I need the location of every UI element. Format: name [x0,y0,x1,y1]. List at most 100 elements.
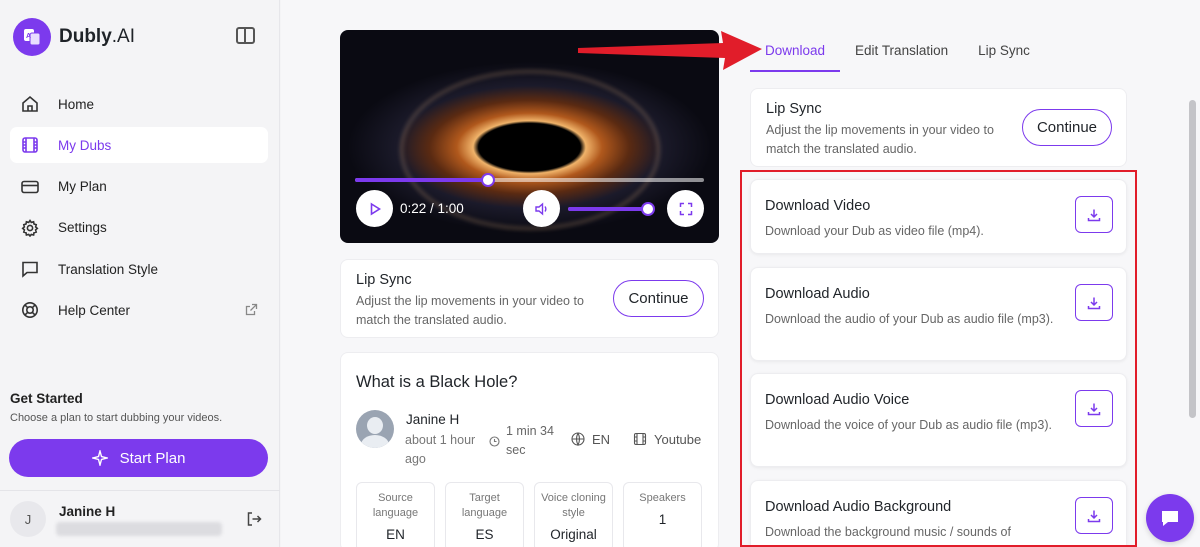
stat-voice-cloning-style: Voice cloning style Original [534,482,613,547]
sidebar-item-label: My Plan [58,179,107,195]
stat-label: Target language [461,492,508,519]
stat-value: Original [550,527,597,542]
lip-sync-title: Lip Sync [766,101,822,117]
lip-sync-title: Lip Sync [356,272,412,288]
brand[interactable]: A Dubly.AI [13,18,135,56]
get-started: Get Started Choose a plan to start dubbi… [10,391,222,424]
sparkle-icon [91,450,108,466]
stat-value: 1 [658,512,667,527]
stat-value: ES [475,527,494,542]
stat-speakers: Speakers 1 [623,482,702,547]
brand-name: Dubly.AI [59,26,136,47]
svg-text:A: A [26,33,31,40]
sidebar-item-home[interactable]: Home [10,86,268,122]
get-started-title: Get Started [10,391,83,406]
sidebar-item-my-plan[interactable]: My Plan [10,169,268,205]
sidebar-toggle-icon[interactable] [236,27,255,44]
progress-fill [355,178,488,182]
download-title: Download Video [765,198,871,214]
film-icon [633,432,647,451]
sidebar-item-help-center[interactable]: Help Center [10,292,268,328]
download-audio-background-button[interactable] [1075,497,1113,534]
logout-icon[interactable] [246,511,262,532]
sidebar-item-label: Translation Style [58,261,159,277]
video-duration: 1 min 34 sec [506,424,554,457]
sidebar-item-label: My Dubs [58,137,112,153]
lip-sync-card: Lip Sync Adjust the lip movements in you… [340,259,719,338]
volume-knob[interactable] [640,202,655,216]
download-audio-button[interactable] [1075,284,1113,321]
lip-sync-description: Adjust the lip movements in your video t… [356,294,584,327]
video-progress-bar[interactable] [355,173,704,187]
gear-icon [20,218,40,238]
sidebar-nav: Home My Dubs My Plan Settings Translatio… [10,86,268,334]
download-icon [1087,297,1101,309]
lip-sync-description: Adjust the lip movements in your video t… [766,123,994,156]
download-title: Download Audio Background [765,499,952,515]
sidebar: A Dubly.AI Home My Dubs My Plan Settings… [0,0,280,547]
stat-source-language: Source language EN [356,482,435,547]
sidebar-item-label: Settings [58,220,107,236]
fullscreen-button[interactable] [667,190,704,227]
stat-label: Voice cloning style [541,492,606,519]
lifebuoy-icon [20,300,40,320]
stat-label: Speakers [639,492,686,504]
volume-icon [534,201,547,216]
download-video-card: Download Video Download your Dub as vide… [750,179,1127,254]
download-audio-voice-card: Download Audio Voice Download the voice … [750,373,1127,467]
tab-lip-sync[interactable]: Lip Sync [963,30,1045,72]
stat-target-language: Target language ES [445,482,524,547]
user-email-redacted [56,522,222,536]
video-source: Youtube [654,432,702,447]
download-audio-background-card: Download Audio Background Download the b… [750,480,1127,547]
tab-edit-translation[interactable]: Edit Translation [840,30,963,72]
sidebar-item-label: Home [58,96,95,112]
progress-knob[interactable] [480,173,495,187]
download-icon [1087,209,1101,221]
play-icon [370,202,381,215]
stat-value: EN [386,527,405,542]
download-title: Download Audio Voice [765,392,910,408]
divider [0,490,280,491]
volume-fill [568,207,648,211]
video-info-card: What is a Black Hole? Janine H about 1 h… [340,352,719,547]
volume-button[interactable] [523,190,560,227]
lip-sync-card: Lip Sync Adjust the lip movements in you… [750,88,1127,167]
continue-button[interactable]: Continue [1022,109,1112,146]
download-description: Download the audio of your Dub as audio … [765,312,1054,326]
video-time: 0:22 / 1:00 [400,201,464,216]
chat-icon [20,259,40,279]
globe-icon [571,432,585,451]
stat-label: Source language [372,492,419,519]
download-title: Download Audio [765,286,870,302]
home-icon [20,94,40,114]
chat-icon [1162,511,1178,526]
continue-button[interactable]: Continue [613,280,704,317]
start-plan-label: Start Plan [119,449,186,467]
sidebar-item-label: Help Center [58,302,131,318]
play-button[interactable] [356,190,393,227]
download-description: Download your Dub as video file (mp4). [765,224,984,238]
chat-support-button[interactable] [1146,494,1194,542]
video-language: EN [592,432,611,447]
dub-tabs: Download Edit Translation Lip Sync [750,30,1045,72]
video-title: What is a Black Hole? [356,373,518,391]
start-plan-button[interactable]: Start Plan [9,439,268,477]
download-icon [1087,510,1101,522]
clock-icon [489,434,500,452]
scrollbar[interactable] [1189,100,1196,418]
author-avatar [356,410,394,448]
annotation-arrow-icon [578,31,762,70]
download-video-button[interactable] [1075,196,1113,233]
author-name: Janine H [406,412,460,427]
sidebar-item-settings[interactable]: Settings [10,210,268,246]
download-icon [1087,403,1101,415]
sidebar-item-my-dubs[interactable]: My Dubs [10,127,268,164]
avatar[interactable]: J [10,501,46,537]
volume-slider[interactable] [568,202,655,216]
sidebar-item-translation-style[interactable]: Translation Style [10,251,268,287]
film-icon [20,135,40,155]
download-description: Download the background music / sounds o… [765,525,1011,539]
download-audio-card: Download Audio Download the audio of you… [750,267,1127,361]
download-audio-voice-button[interactable] [1075,390,1113,427]
